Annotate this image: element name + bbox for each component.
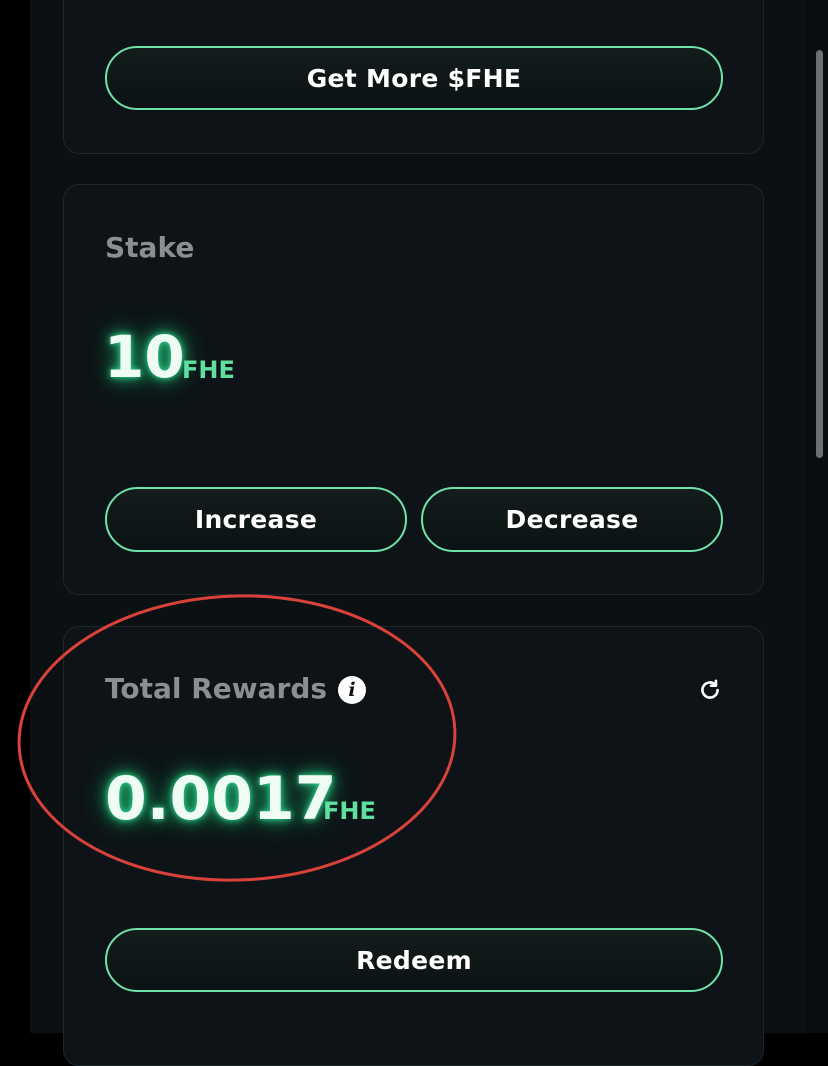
refresh-icon[interactable] (697, 677, 723, 703)
increase-button[interactable]: Increase (105, 487, 407, 552)
stake-title: Stake (105, 231, 195, 264)
get-more-fhe-button[interactable]: Get More $FHE (105, 46, 723, 110)
total-rewards-title: Total Rewards (105, 672, 328, 705)
stake-amount: 10 (104, 323, 185, 391)
info-icon[interactable]: i (338, 676, 366, 704)
total-rewards-amount: 0.0017 (105, 764, 337, 834)
decrease-button[interactable]: Decrease (421, 487, 723, 552)
total-rewards-unit: FHE (323, 797, 376, 825)
redeem-button[interactable]: Redeem (105, 928, 723, 992)
stake-unit: FHE (182, 356, 235, 384)
scrollbar-thumb[interactable] (816, 50, 823, 458)
